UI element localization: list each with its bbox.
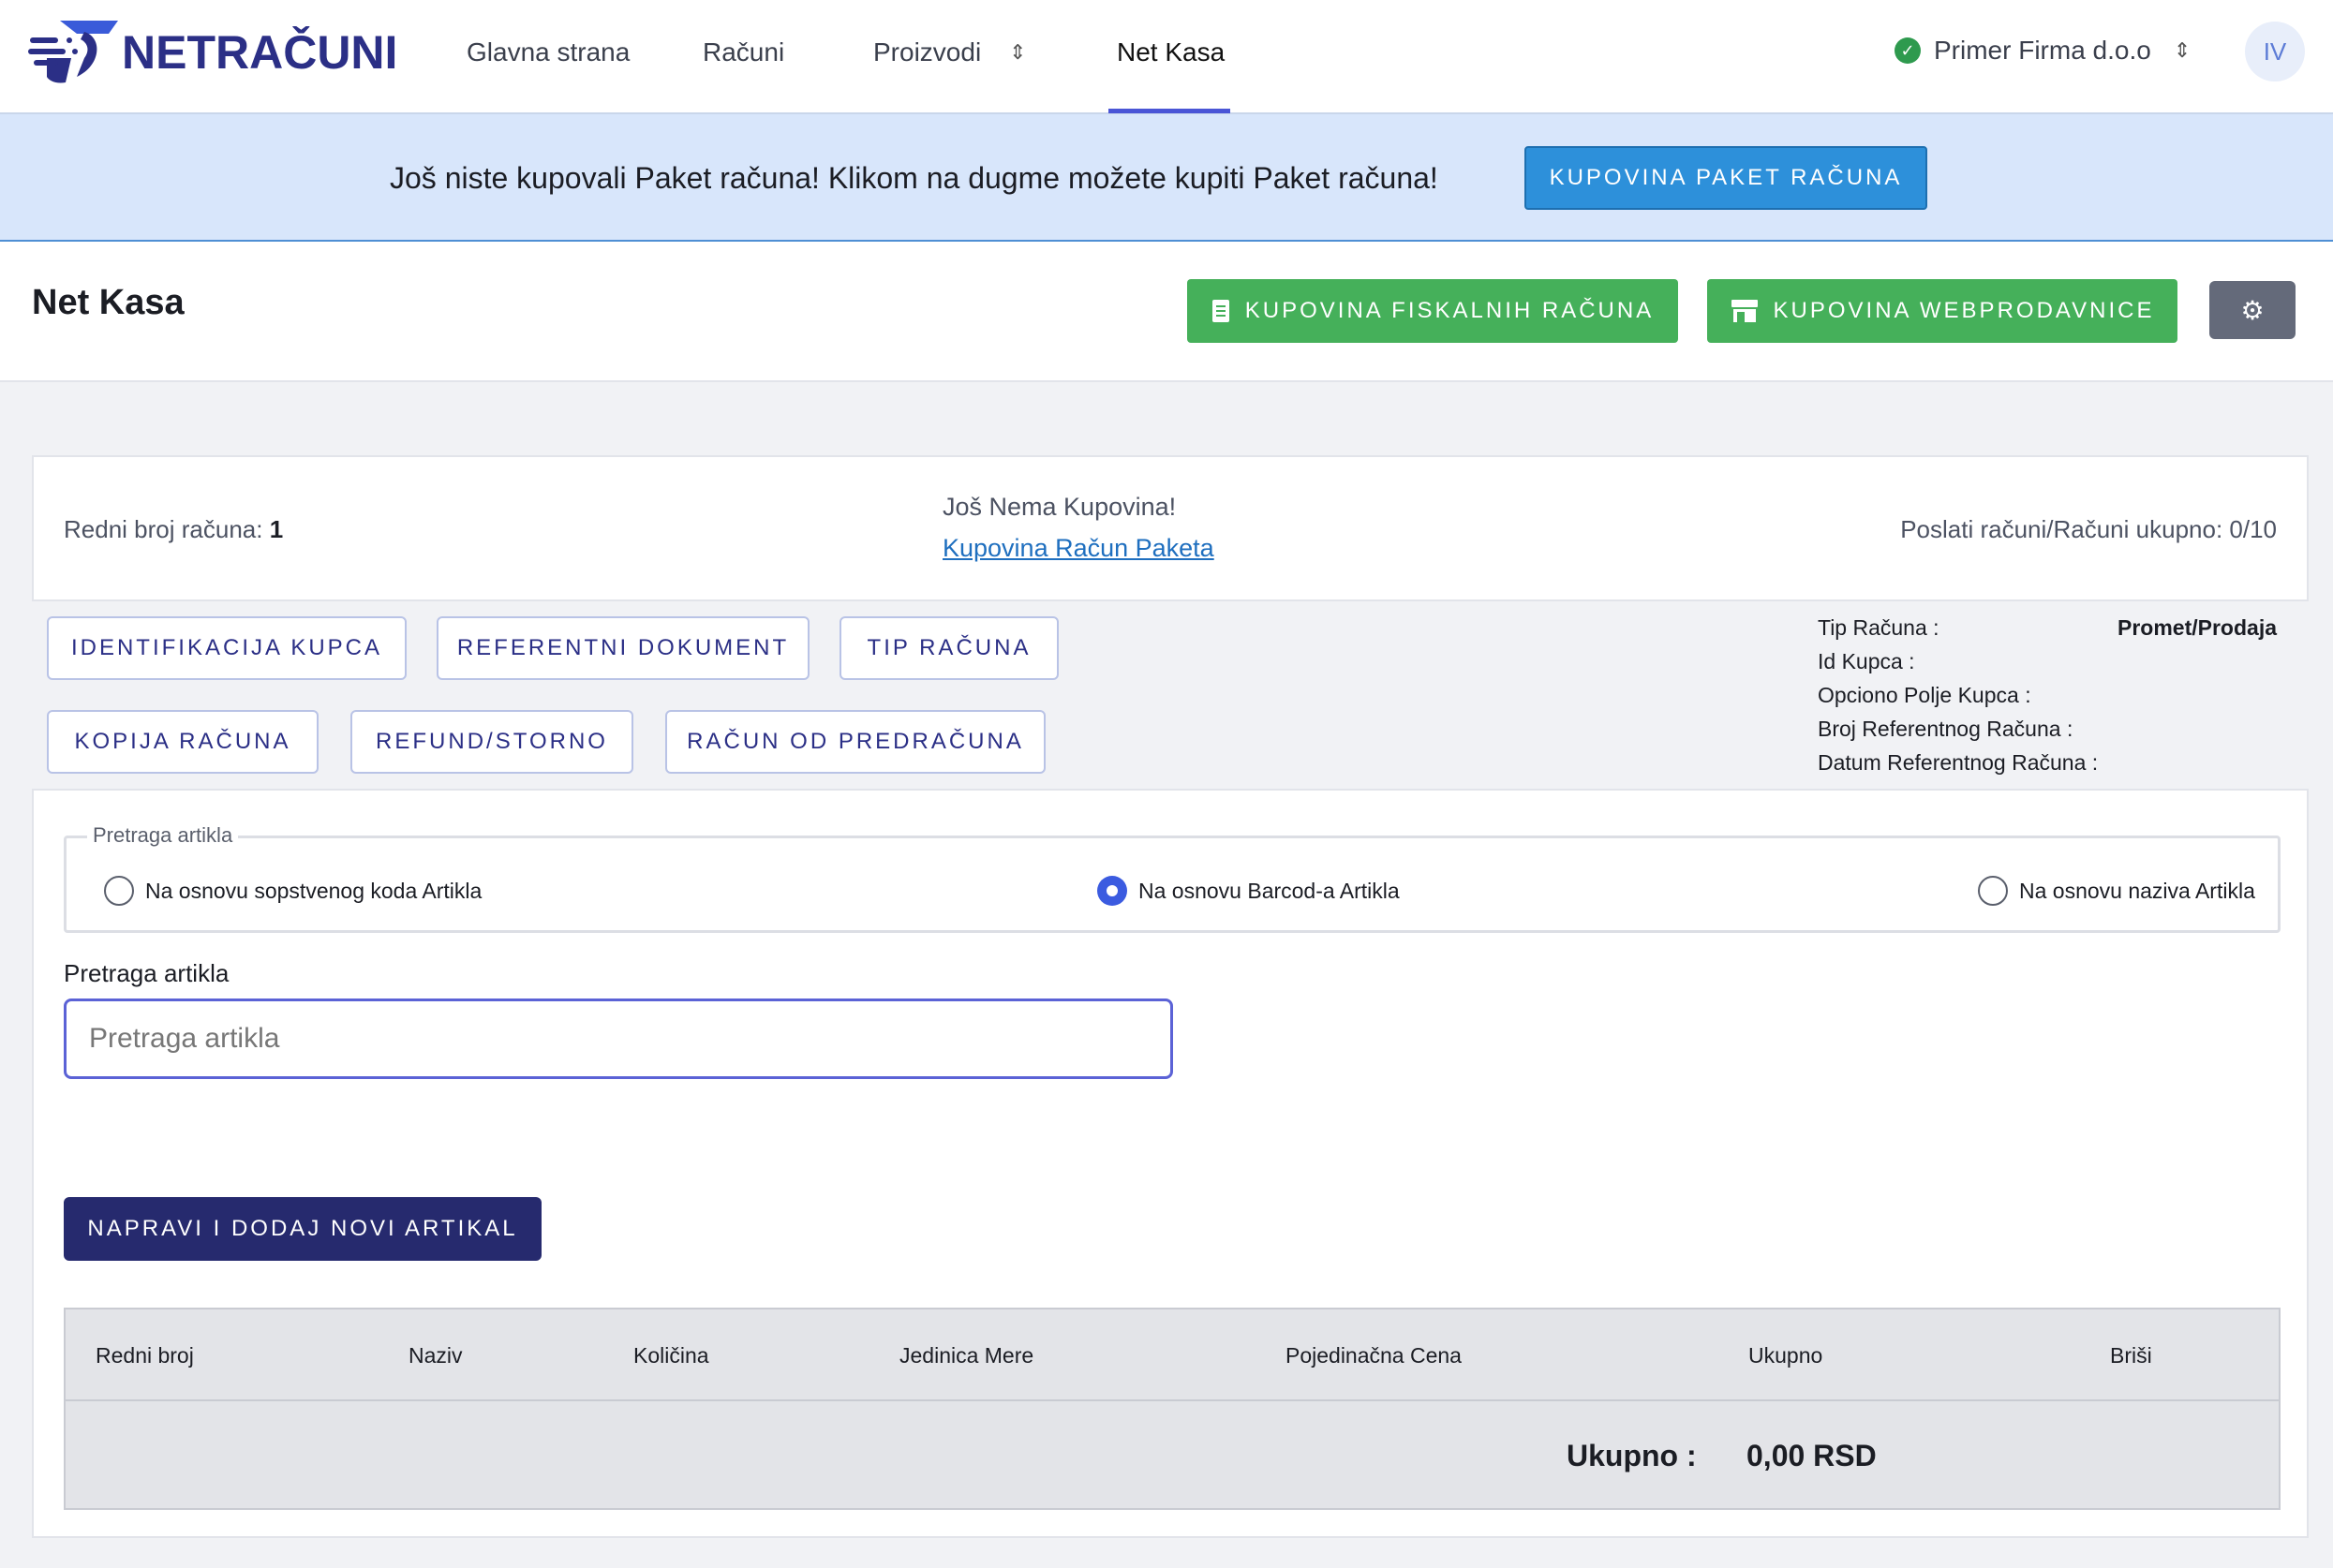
- settings-button[interactable]: ⚙: [2209, 281, 2296, 339]
- buy-webshop-button[interactable]: KUPOVINA WEBPRODAVNICE: [1707, 279, 2177, 343]
- radio-circle[interactable]: [1978, 876, 2008, 906]
- customer-identification-button[interactable]: IDENTIFIKACIJA KUPCA: [47, 616, 407, 680]
- article-card: Pretraga artikla Na osnovu sopstvenog ko…: [32, 789, 2309, 1538]
- logo[interactable]: NETRAČUNI: [28, 17, 397, 88]
- nav-link-glavna-strana[interactable]: Glavna strana: [467, 37, 630, 67]
- sent-receipts-count: Poslati računi/Računi ukupno: 0/10: [1900, 515, 2277, 543]
- receipt-number-value: 1: [269, 515, 284, 543]
- column-header: Briši: [2110, 1343, 2152, 1368]
- total-label: Ukupno :: [1567, 1439, 1697, 1472]
- radio-circle[interactable]: [104, 876, 134, 906]
- purchase-banner: Još niste kupovali Paket računa! Klikom …: [0, 114, 2333, 242]
- chevron-updown-icon: ⇕: [1009, 40, 1027, 64]
- meta-row-opciono: Opciono Polje Kupca :: [1818, 678, 2277, 712]
- nav-link-racuni[interactable]: Računi: [703, 37, 784, 67]
- receipt-number: Redni broj računa: 1: [64, 515, 283, 544]
- articles-table: Redni broj Naziv Količina Jedinica Mere …: [64, 1308, 2281, 1510]
- nav-link-label: Net Kasa: [1117, 37, 1226, 67]
- search-mode-fieldset: Pretraga artikla Na osnovu sopstvenog ko…: [64, 823, 2281, 933]
- logo-text: NETRAČUNI: [122, 26, 398, 79]
- no-purchases-text: Još Nema Kupovina!: [943, 493, 1177, 521]
- nav-link-label: Računi: [703, 37, 785, 67]
- meta-label: Id Kupca :: [1818, 649, 1915, 673]
- meta-row-broj: Broj Referentnog Računa :: [1818, 712, 2277, 746]
- meta-label: Tip Računa :: [1818, 615, 1939, 640]
- buy-package-link[interactable]: Kupovina Račun Paketa: [943, 534, 1214, 563]
- meta-value: Promet/Prodaja: [2118, 615, 2277, 640]
- column-header: Ukupno: [1748, 1343, 1823, 1368]
- firm-name: Primer Firma d.o.o: [1934, 36, 2151, 65]
- total-value: 0,00 RSD: [1746, 1439, 1877, 1472]
- meta-row-tip: Tip Računa : Promet/Prodaja: [1818, 611, 2277, 644]
- column-header: Jedinica Mere: [899, 1343, 1034, 1368]
- nav-link-label: Proizvodi: [873, 37, 982, 67]
- radio-own-code[interactable]: Na osnovu sopstvenog koda Artikla: [104, 876, 482, 906]
- radio-circle-selected[interactable]: [1097, 876, 1127, 906]
- radio-barcode[interactable]: Na osnovu Barcod-a Artikla: [1097, 876, 1400, 906]
- chevron-updown-icon: ⇕: [2173, 38, 2192, 62]
- nav-link-proizvodi[interactable]: Proizvodi ⇕: [873, 37, 1027, 67]
- receipt-copy-button[interactable]: KOPIJA RAČUNA: [47, 710, 319, 774]
- refund-storno-button[interactable]: REFUND/STORNO: [350, 710, 633, 774]
- fieldset-legend: Pretraga artikla: [87, 823, 239, 848]
- add-new-article-button[interactable]: NAPRAVI I DODAJ NOVI ARTIKAL: [64, 1197, 542, 1261]
- logo-icon: [28, 21, 118, 83]
- button-label: KUPOVINA FISKALNIH RAČUNA: [1244, 298, 1655, 323]
- page-title: Net Kasa: [32, 283, 185, 322]
- column-header: Količina: [633, 1343, 709, 1368]
- meta-label: Opciono Polje Kupca :: [1818, 683, 2031, 707]
- check-circle-icon: ✓: [1895, 37, 1921, 64]
- top-navbar: NETRAČUNI Glavna strana Računi Proizvodi…: [0, 0, 2333, 114]
- receipt-meta: Tip Računa : Promet/Prodaja Id Kupca : O…: [1818, 611, 2277, 779]
- nav-link-label: Glavna strana: [467, 37, 631, 67]
- firm-selector[interactable]: ✓ Primer Firma d.o.o ⇕: [1895, 36, 2191, 66]
- radio-label: Na osnovu Barcod-a Artikla: [1138, 878, 1400, 903]
- column-header: Naziv: [409, 1343, 463, 1368]
- active-tab-indicator: [1108, 109, 1230, 113]
- table-header: Redni broj Naziv Količina Jedinica Mere …: [66, 1309, 2279, 1401]
- column-header: Pojedinačna Cena: [1285, 1343, 1462, 1368]
- column-header: Redni broj: [96, 1343, 194, 1368]
- search-label: Pretraga artikla: [64, 959, 230, 987]
- receipt-info-card: Redni broj računa: 1 Još Nema Kupovina! …: [32, 455, 2309, 601]
- meta-label: Datum Referentnog Računa :: [1818, 750, 2099, 775]
- nav-link-net-kasa[interactable]: Net Kasa: [1117, 37, 1225, 67]
- radio-label: Na osnovu naziva Artikla: [2019, 878, 2255, 903]
- meta-row-datum: Datum Referentnog Računa :: [1818, 746, 2277, 779]
- reference-document-button[interactable]: REFERENTNI DOKUMENT: [437, 616, 810, 680]
- store-icon: [1731, 300, 1758, 322]
- article-search-input[interactable]: [64, 998, 1173, 1079]
- radio-label: Na osnovu sopstvenog koda Artikla: [145, 878, 483, 903]
- gear-icon: ⚙: [2240, 295, 2265, 325]
- meta-row-id: Id Kupca :: [1818, 644, 2277, 678]
- button-label: KUPOVINA WEBPRODAVNICE: [1773, 298, 2155, 323]
- buy-fiscal-receipts-button[interactable]: KUPOVINA FISKALNIH RAČUNA: [1187, 279, 1678, 343]
- page-header: Net Kasa KUPOVINA FISKALNIH RAČUNA KUPOV…: [0, 242, 2333, 382]
- avatar[interactable]: IV: [2245, 22, 2305, 81]
- meta-label: Broj Referentnog Računa :: [1818, 717, 2073, 741]
- receipt-type-button[interactable]: TIP RAČUNA: [840, 616, 1059, 680]
- buy-package-button[interactable]: KUPOVINA PAKET RAČUNA: [1524, 146, 1927, 210]
- radio-name[interactable]: Na osnovu naziva Artikla: [1978, 876, 2255, 906]
- receipt-from-proforma-button[interactable]: RAČUN OD PREDRAČUNA: [665, 710, 1046, 774]
- banner-text: Još niste kupovali Paket računa! Klikom …: [390, 161, 1438, 195]
- receipt-icon: [1211, 300, 1229, 322]
- receipt-number-label: Redni broj računa:: [64, 515, 263, 543]
